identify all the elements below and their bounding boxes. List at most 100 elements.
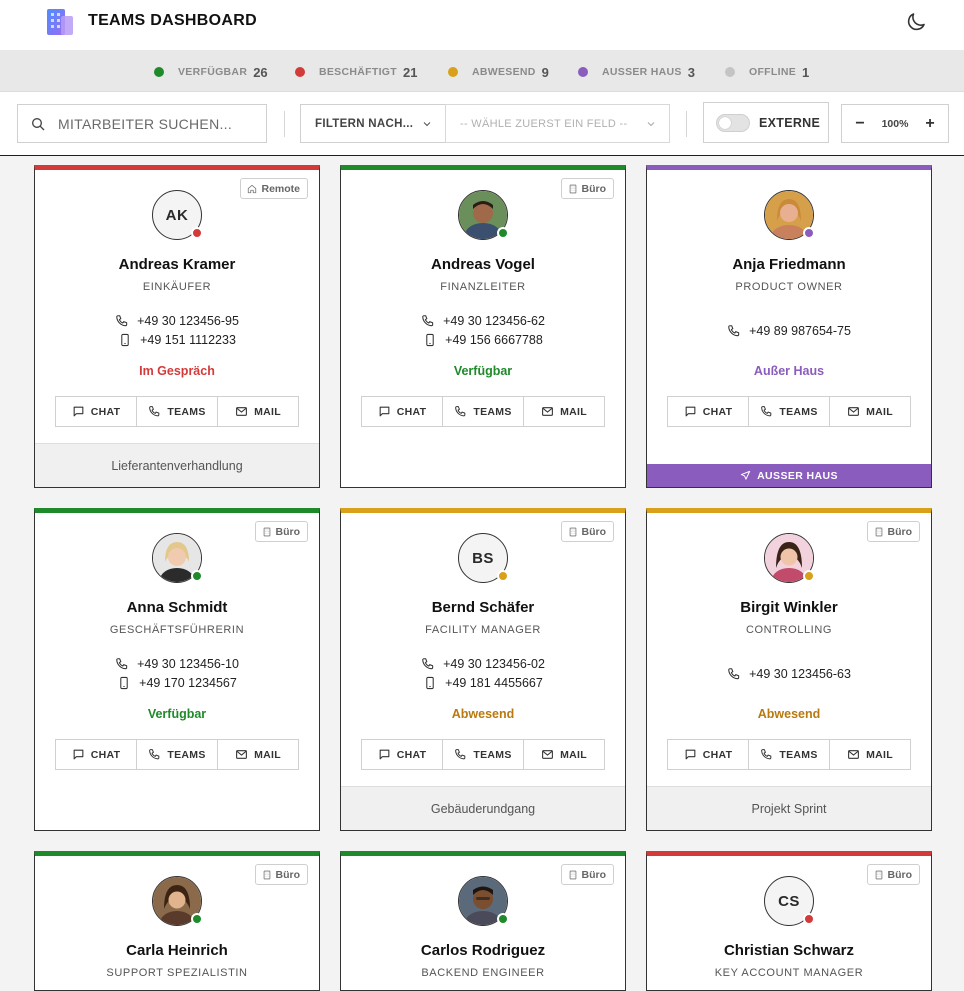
- chat-button[interactable]: CHAT: [362, 740, 442, 769]
- phone-line[interactable]: +49 30 123456-62: [341, 311, 625, 330]
- building-icon: [568, 527, 578, 537]
- zoom-out-button[interactable]: −: [852, 115, 868, 133]
- teams-call-button[interactable]: TEAMS: [748, 397, 829, 426]
- teams-call-button[interactable]: TEAMS: [136, 740, 217, 769]
- chat-icon: [684, 405, 697, 418]
- location-label: Büro: [275, 525, 301, 538]
- employee-role: GESCHÄFTSFÜHRERIN: [109, 624, 245, 636]
- search-icon: [32, 117, 45, 130]
- phone-line[interactable]: +49 30 123456-10: [35, 654, 319, 673]
- chat-label: CHAT: [396, 405, 427, 418]
- location-label: Büro: [275, 868, 301, 881]
- employee-card[interactable]: Büro Andreas Vogel FINANZLEITER +49 30 1…: [340, 165, 626, 488]
- mobile-number: +49 151 1112233: [140, 332, 236, 347]
- employee-card[interactable]: Büro CS Christian Schwarz KEY ACCOUNT MA…: [646, 851, 932, 991]
- chat-button[interactable]: CHAT: [56, 740, 136, 769]
- zoom-level: 100%: [881, 117, 909, 130]
- mobile-line[interactable]: +49 181 4455667: [341, 673, 625, 692]
- teams-call-button[interactable]: TEAMS: [136, 397, 217, 426]
- dark-mode-moon-icon[interactable]: [904, 10, 928, 34]
- mail-button[interactable]: MAIL: [829, 397, 910, 426]
- employee-role: BACKEND ENGINEER: [421, 967, 545, 979]
- employee-role: EINKÄUFER: [142, 281, 212, 293]
- mail-button[interactable]: MAIL: [523, 740, 604, 769]
- phone-line[interactable]: +49 30 123456-95: [35, 311, 319, 330]
- chat-icon: [684, 748, 697, 761]
- mobile-icon: [117, 676, 131, 690]
- mobile-line[interactable]: +49 170 1234567: [35, 673, 319, 692]
- status-dot: [803, 913, 815, 925]
- search-input[interactable]: [58, 115, 258, 132]
- search-box[interactable]: [17, 104, 267, 143]
- teams-label: TEAMS: [167, 405, 206, 418]
- employee-name: Anna Schmidt: [126, 599, 228, 616]
- status-dot: [191, 570, 203, 582]
- teams-call-button[interactable]: TEAMS: [748, 740, 829, 769]
- status-dot-offline: [725, 67, 735, 77]
- mail-button[interactable]: MAIL: [217, 397, 298, 426]
- mail-icon: [235, 405, 248, 418]
- chevron-down-icon: [647, 122, 655, 127]
- divider: [284, 111, 285, 137]
- employee-name: Birgit Winkler: [740, 599, 838, 616]
- avatar-initials: CS: [778, 892, 800, 910]
- mobile-line[interactable]: +49 156 6667788: [341, 330, 625, 349]
- teams-call-button[interactable]: TEAMS: [442, 740, 523, 769]
- stat-busy[interactable]: BESCHÄFTIGT 21: [295, 64, 417, 80]
- chat-label: CHAT: [90, 748, 121, 761]
- chat-button[interactable]: CHAT: [668, 397, 748, 426]
- employee-card[interactable]: Büro Birgit Winkler CONTROLLING +49 30 1…: [646, 508, 932, 831]
- phone-line[interactable]: +49 30 123456-02: [341, 654, 625, 673]
- stat-available[interactable]: VERFÜGBAR 26: [154, 64, 268, 80]
- out-of-office-label: AUSSER HAUS: [757, 469, 838, 482]
- status-text: Im Gespräch: [139, 364, 215, 378]
- employee-card[interactable]: Büro Carla Heinrich SUPPORT SPEZIALISTIN: [34, 851, 320, 991]
- phone-line[interactable]: +49 89 987654-75: [647, 321, 931, 340]
- phone-icon: [421, 314, 435, 328]
- status-dot-out: [578, 67, 588, 77]
- stat-absent[interactable]: ABWESEND 9: [448, 64, 549, 80]
- zoom-in-button[interactable]: +: [922, 115, 938, 133]
- location-label: Büro: [581, 525, 607, 538]
- toggle-switch[interactable]: [716, 113, 750, 132]
- filter-field-select[interactable]: FILTERN NACH...: [300, 104, 446, 143]
- phone-icon: [148, 748, 161, 761]
- mobile-icon: [423, 333, 437, 347]
- employee-card[interactable]: Remote AK Andreas Kramer EINKÄUFER +49 3…: [34, 165, 320, 488]
- chat-label: CHAT: [702, 405, 733, 418]
- employee-card[interactable]: Büro Anna Schmidt GESCHÄFTSFÜHRERIN +49 …: [34, 508, 320, 831]
- teams-call-button[interactable]: TEAMS: [442, 397, 523, 426]
- stat-offline[interactable]: OFFLINE 1: [725, 64, 809, 80]
- mail-button[interactable]: MAIL: [829, 740, 910, 769]
- stat-out-of-office[interactable]: AUSSER HAUS 3: [578, 64, 695, 80]
- phone-icon: [115, 657, 129, 671]
- stat-count: 1: [802, 64, 810, 80]
- phone-line[interactable]: +49 30 123456-63: [647, 664, 931, 683]
- status-dot: [497, 913, 509, 925]
- employee-role: PRODUCT OWNER: [735, 281, 843, 293]
- employee-role: CONTROLLING: [745, 624, 833, 636]
- employee-card[interactable]: Büro BS Bernd Schäfer FACILITY MANAGER +…: [340, 508, 626, 831]
- mail-label: MAIL: [866, 748, 893, 761]
- mail-button[interactable]: MAIL: [523, 397, 604, 426]
- building-icon: [568, 870, 578, 880]
- avatar: [152, 533, 203, 583]
- mail-button[interactable]: MAIL: [217, 740, 298, 769]
- zoom-control: − 100% +: [841, 104, 949, 143]
- employee-card[interactable]: Büro Carlos Rodriguez BACKEND ENGINEER: [340, 851, 626, 991]
- status-summary-bar: VERFÜGBAR 26 BESCHÄFTIGT 21 ABWESEND 9 A…: [0, 50, 964, 92]
- avatar-initials: BS: [472, 549, 494, 567]
- phone-icon: [727, 324, 741, 338]
- chat-button[interactable]: CHAT: [362, 397, 442, 426]
- building-icon: [262, 870, 272, 880]
- teams-label: TEAMS: [473, 748, 512, 761]
- external-toggle[interactable]: EXTERNE: [703, 102, 829, 143]
- building-icon: [874, 870, 884, 880]
- mail-icon: [541, 748, 554, 761]
- mobile-line[interactable]: +49 151 1112233: [35, 330, 319, 349]
- employee-card[interactable]: Anja Friedmann PRODUCT OWNER +49 89 9876…: [646, 165, 932, 488]
- phone-list: +49 89 987654-75: [647, 321, 931, 340]
- chat-button[interactable]: CHAT: [56, 397, 136, 426]
- filter-value-select[interactable]: -- WÄHLE ZUERST EIN FELD --: [445, 104, 670, 143]
- chat-button[interactable]: CHAT: [668, 740, 748, 769]
